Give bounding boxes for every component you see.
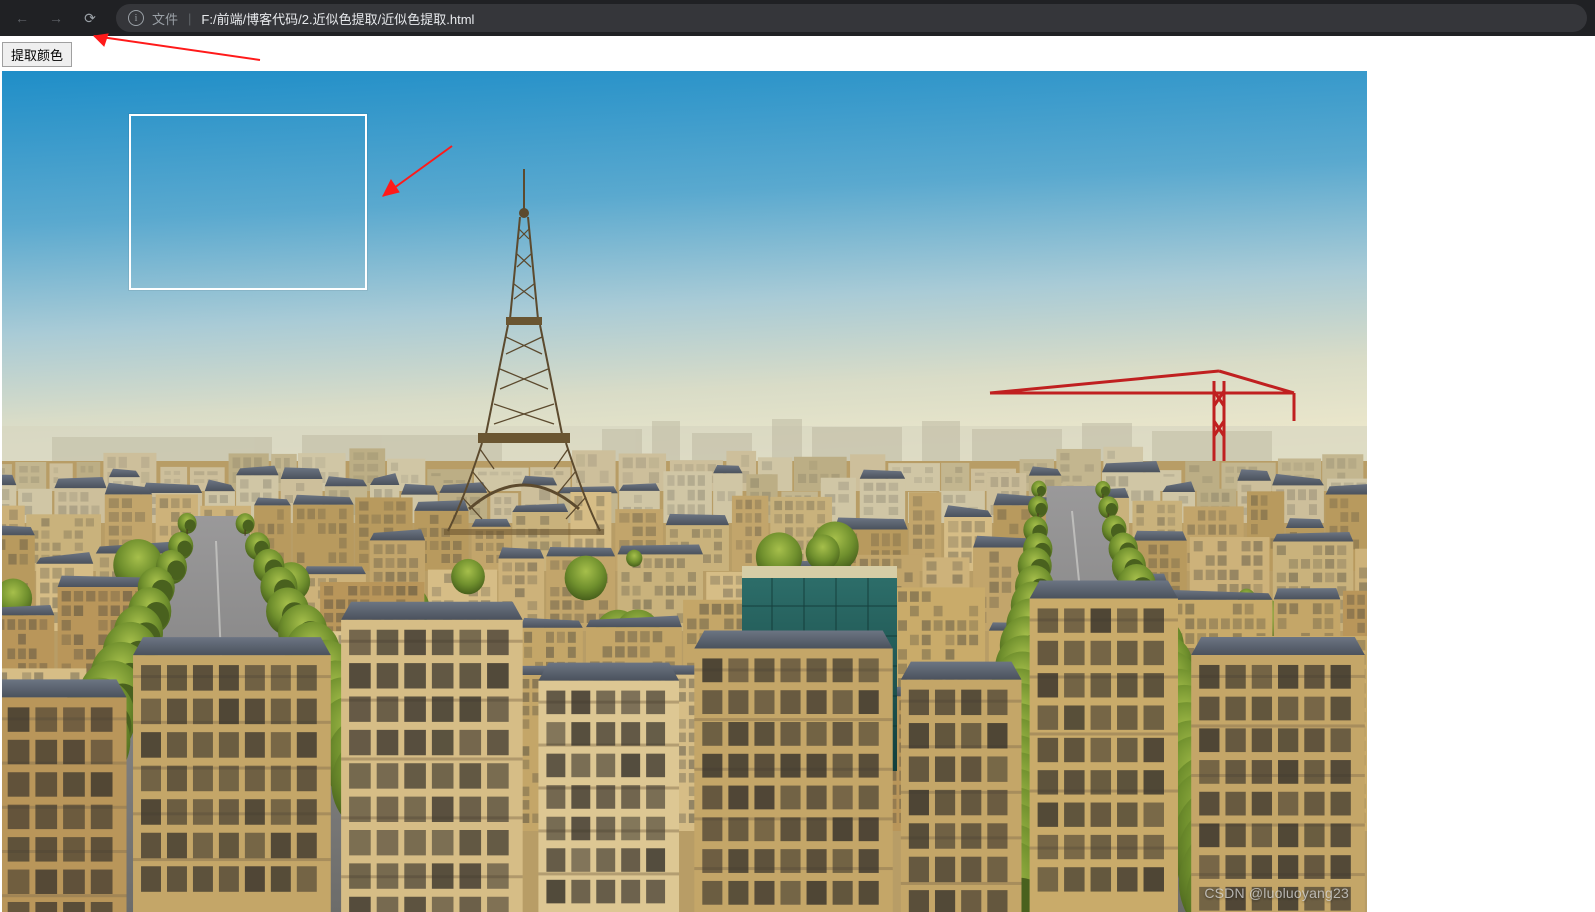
url-field[interactable]: i 文件 | F:/前端/博客代码/2.近似色提取/近似色提取.html xyxy=(116,4,1587,32)
nav-back-button[interactable]: ← xyxy=(8,4,36,32)
nav-forward-button[interactable]: → xyxy=(42,4,70,32)
url-separator: | xyxy=(188,11,191,26)
paris-image xyxy=(2,71,1367,912)
url-scheme-label: 文件 xyxy=(152,9,178,28)
annotation-arrow-to-button xyxy=(80,30,280,70)
reload-button[interactable]: ⟳ xyxy=(76,4,104,32)
extract-color-button[interactable]: 提取颜色 xyxy=(2,42,72,67)
watermark: CSDN @luoluoyang23 xyxy=(1204,885,1349,901)
browser-address-bar: ← → ⟳ i 文件 | F:/前端/博客代码/2.近似色提取/近似色提取.ht… xyxy=(0,0,1595,36)
info-icon[interactable]: i xyxy=(128,10,144,26)
page-body: 提取颜色 xyxy=(0,36,1595,912)
image-canvas[interactable]: CSDN @luoluoyang23 xyxy=(2,71,1367,912)
url-path: F:/前端/博客代码/2.近似色提取/近似色提取.html xyxy=(201,9,474,28)
